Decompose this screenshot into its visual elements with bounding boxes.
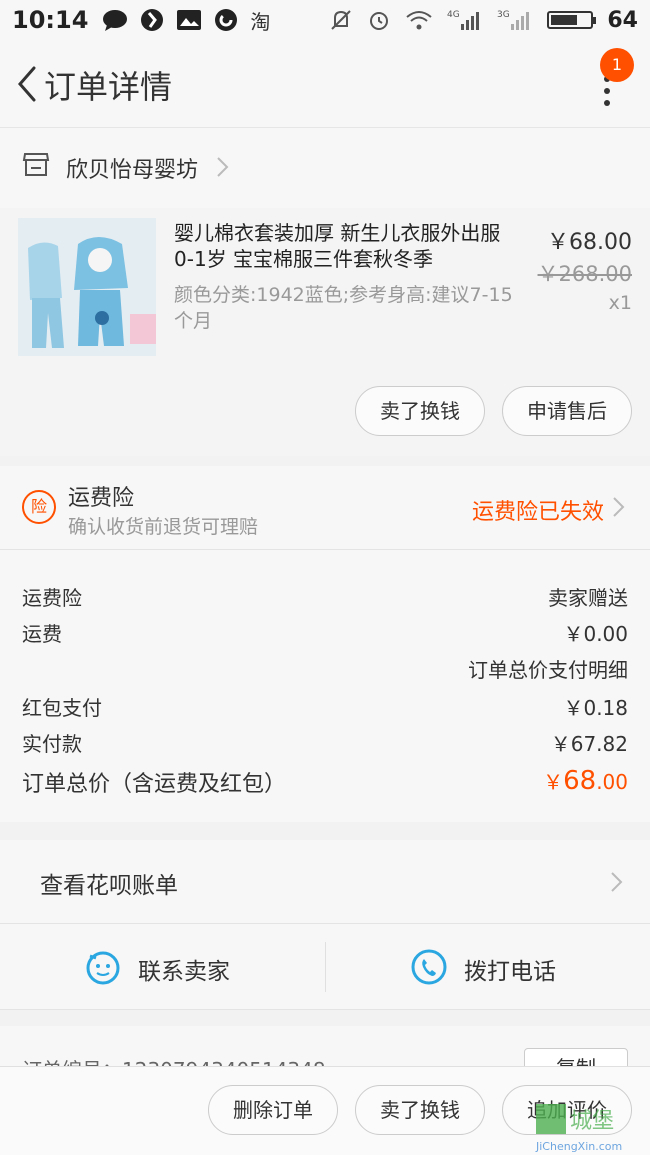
notification-badge: 1 xyxy=(600,48,634,82)
spinner-icon xyxy=(215,9,238,31)
fee-row-total: 订单总价（含运费及红包） ￥68.00 xyxy=(22,762,628,798)
contact-bar: 联系卖家 拨打电话 xyxy=(0,924,650,1010)
browser-icon xyxy=(141,9,164,31)
fee-row-shipping: 运费 ￥0.00 xyxy=(22,612,628,648)
taobao-icon: 淘 xyxy=(250,9,271,34)
wifi-icon xyxy=(406,11,433,30)
status-left-icons: 淘 xyxy=(102,6,270,35)
nav-bar: 订单详情 1 xyxy=(0,40,650,128)
fee-label: 运费 xyxy=(22,622,62,646)
after-sales-button[interactable]: 申请售后 xyxy=(502,386,632,436)
insurance-subtitle: 确认收货前退货可理赔 xyxy=(68,516,259,538)
status-right-icons: 4G 3G 64 xyxy=(329,8,638,33)
contact-seller-button[interactable]: 联系卖家 xyxy=(0,924,325,1010)
product-thumbnail[interactable] xyxy=(18,218,156,356)
total-integer: 68 xyxy=(563,766,597,796)
huabei-bill-row[interactable]: 查看花呗账单 xyxy=(0,840,650,924)
sell-exchange-button[interactable]: 卖了换钱 xyxy=(355,386,485,436)
product-quantity: x1 xyxy=(608,292,632,314)
huabei-label: 查看花呗账单 xyxy=(40,873,178,899)
product-image xyxy=(18,218,156,356)
watermark-brand: 城堡 xyxy=(570,1109,614,1134)
fee-label: 红包支付 xyxy=(22,696,102,720)
fee-value: ￥0.00 xyxy=(563,622,628,646)
svg-text:4G: 4G xyxy=(447,10,460,20)
fee-label: 运费险 xyxy=(22,586,82,610)
back-arrow-icon[interactable] xyxy=(8,62,48,106)
battery-icon xyxy=(547,11,597,29)
fee-summary: 运费险 卖家赠送 运费 ￥0.00 订单总价支付明细 红包支付 ￥0.18 实付… xyxy=(0,550,650,822)
payment-detail-link[interactable]: 订单总价支付明细 xyxy=(468,654,628,683)
status-bar: 10:14 淘 4G 3G 64 xyxy=(0,0,650,40)
insurance-icon: 险 xyxy=(22,490,56,524)
insurance-status: 运费险已失效 xyxy=(471,500,604,525)
fee-row-redpacket: 红包支付 ￥0.18 xyxy=(22,686,628,722)
insurance-title: 运费险 xyxy=(68,486,135,511)
shop-name: 欣贝怡母婴坊 xyxy=(66,158,199,183)
chevron-right-icon xyxy=(217,157,229,177)
mute-icon xyxy=(331,10,352,30)
signal-3g-icon: 3G xyxy=(497,10,530,30)
order-total-label: 订单总价（含运费及红包） xyxy=(22,772,287,797)
shop-icon xyxy=(22,153,50,176)
status-time: 10:14 xyxy=(12,6,89,34)
watermark-logo: 城堡 JiChengXin.com xyxy=(535,1104,622,1153)
product-title[interactable]: 婴儿棉衣套装加厚 新生儿衣服外出服0-1岁 宝宝棉服三件套秋冬季 xyxy=(174,220,514,272)
image-icon xyxy=(177,10,202,30)
battery-level: 64 xyxy=(607,7,638,33)
fee-row-insurance: 运费险 卖家赠送 xyxy=(22,576,628,612)
product-original-price: ￥268.00 xyxy=(537,262,632,286)
fee-value: ￥0.18 xyxy=(563,696,628,720)
delete-order-button[interactable]: 删除订单 xyxy=(208,1085,338,1135)
chat-face-icon xyxy=(86,951,120,985)
fee-row-paid: 实付款 ￥67.82 xyxy=(22,722,628,758)
call-button[interactable]: 拨打电话 xyxy=(326,924,650,1010)
call-label: 拨打电话 xyxy=(464,959,556,985)
chevron-right-icon xyxy=(611,872,623,892)
product-card: 婴儿棉衣套装加厚 新生儿衣服外出服0-1岁 宝宝棉服三件套秋冬季 颜色分类:19… xyxy=(0,208,650,456)
total-decimal: .00 xyxy=(596,770,628,794)
freight-insurance-row[interactable]: 险 运费险 确认收货前退货可理赔 运费险已失效 xyxy=(0,466,650,550)
phone-icon xyxy=(411,949,447,985)
fee-value: ￥67.82 xyxy=(550,732,628,756)
signal-4g-icon: 4G xyxy=(447,10,480,30)
contact-seller-label: 联系卖家 xyxy=(138,959,230,985)
fee-label: 实付款 xyxy=(22,732,82,756)
order-total-value: ￥68.00 xyxy=(543,766,628,796)
fee-row-detail[interactable]: 订单总价支付明细 xyxy=(22,648,628,684)
page-title: 订单详情 xyxy=(44,68,173,106)
chat-bubble-icon xyxy=(103,10,128,31)
shop-row[interactable]: 欣贝怡母婴坊 xyxy=(0,128,650,208)
product-price: ￥68.00 xyxy=(547,230,632,255)
watermark-text: JiChengXin.com xyxy=(535,1140,622,1153)
fee-value: 卖家赠送 xyxy=(548,586,628,610)
currency-symbol: ￥ xyxy=(543,770,564,794)
svg-text:3G: 3G xyxy=(497,10,510,20)
chevron-right-icon xyxy=(613,497,625,517)
sell-exchange-bottom-button[interactable]: 卖了换钱 xyxy=(355,1085,485,1135)
product-spec: 颜色分类:1942蓝色;参考身高:建议7-15个月 xyxy=(174,284,513,332)
alarm-icon xyxy=(370,12,389,30)
